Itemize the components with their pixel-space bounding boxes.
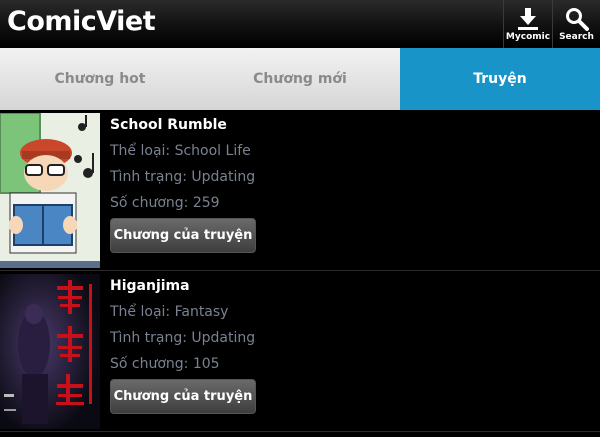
comic-title: School Rumble [110,117,227,133]
comic-genre: Thể loại: School Life [110,142,255,168]
status-value: Updating [191,330,256,346]
tab-truyen[interactable]: Truyện [400,48,600,110]
comic-status: Tình trạng: Updating [110,168,255,194]
comic-chapters: Số chương: 259 [110,194,255,220]
comic-status: Tình trạng: Updating [110,329,255,355]
download-icon [518,8,538,30]
status-label: Tình trạng: [110,169,187,185]
chapters-value: 259 [192,195,220,211]
tab-chuong-hot[interactable]: Chương hot [0,48,200,110]
search-button[interactable]: Search [552,0,600,48]
tab-bar: Chương hot Chương mới Truyện [0,48,600,110]
app-title: ComicViet [7,6,156,37]
comic-title: Higanjima [110,278,190,294]
comic-info: Higanjima Thể loại: Fantasy Tình trạng: … [110,277,255,381]
status-value: Updating [191,169,256,185]
genre-value: School Life [174,143,251,159]
comic-chapters-button[interactable]: Chương của truyện [110,218,256,253]
comic-cover [0,113,100,268]
comic-cover [0,274,100,429]
comic-info: School Rumble Thể loại: School Life Tình… [110,116,255,220]
search-label: Search [559,32,594,42]
tab-chuong-moi[interactable]: Chương mới [200,48,400,110]
list-item[interactable]: School Rumble Thể loại: School Life Tình… [0,110,600,271]
genre-label: Thể loại: [110,143,171,159]
search-icon [565,8,589,31]
app-header: ComicViet Mycomic Search [0,0,600,48]
chapters-value: 105 [192,356,220,372]
mycomic-button[interactable]: Mycomic [503,0,552,48]
comic-genre: Thể loại: Fantasy [110,303,255,329]
comic-chapters-button[interactable]: Chương của truyện [110,379,256,414]
chapters-label: Số chương: [110,195,189,211]
status-label: Tình trạng: [110,330,187,346]
genre-label: Thể loại: [110,304,171,320]
chapters-label: Số chương: [110,356,189,372]
list-item[interactable]: Higanjima Thể loại: Fantasy Tình trạng: … [0,271,600,432]
genre-value: Fantasy [174,304,229,320]
mycomic-label: Mycomic [505,32,551,42]
comic-chapters: Số chương: 105 [110,355,255,381]
comic-list: School Rumble Thể loại: School Life Tình… [0,110,600,432]
